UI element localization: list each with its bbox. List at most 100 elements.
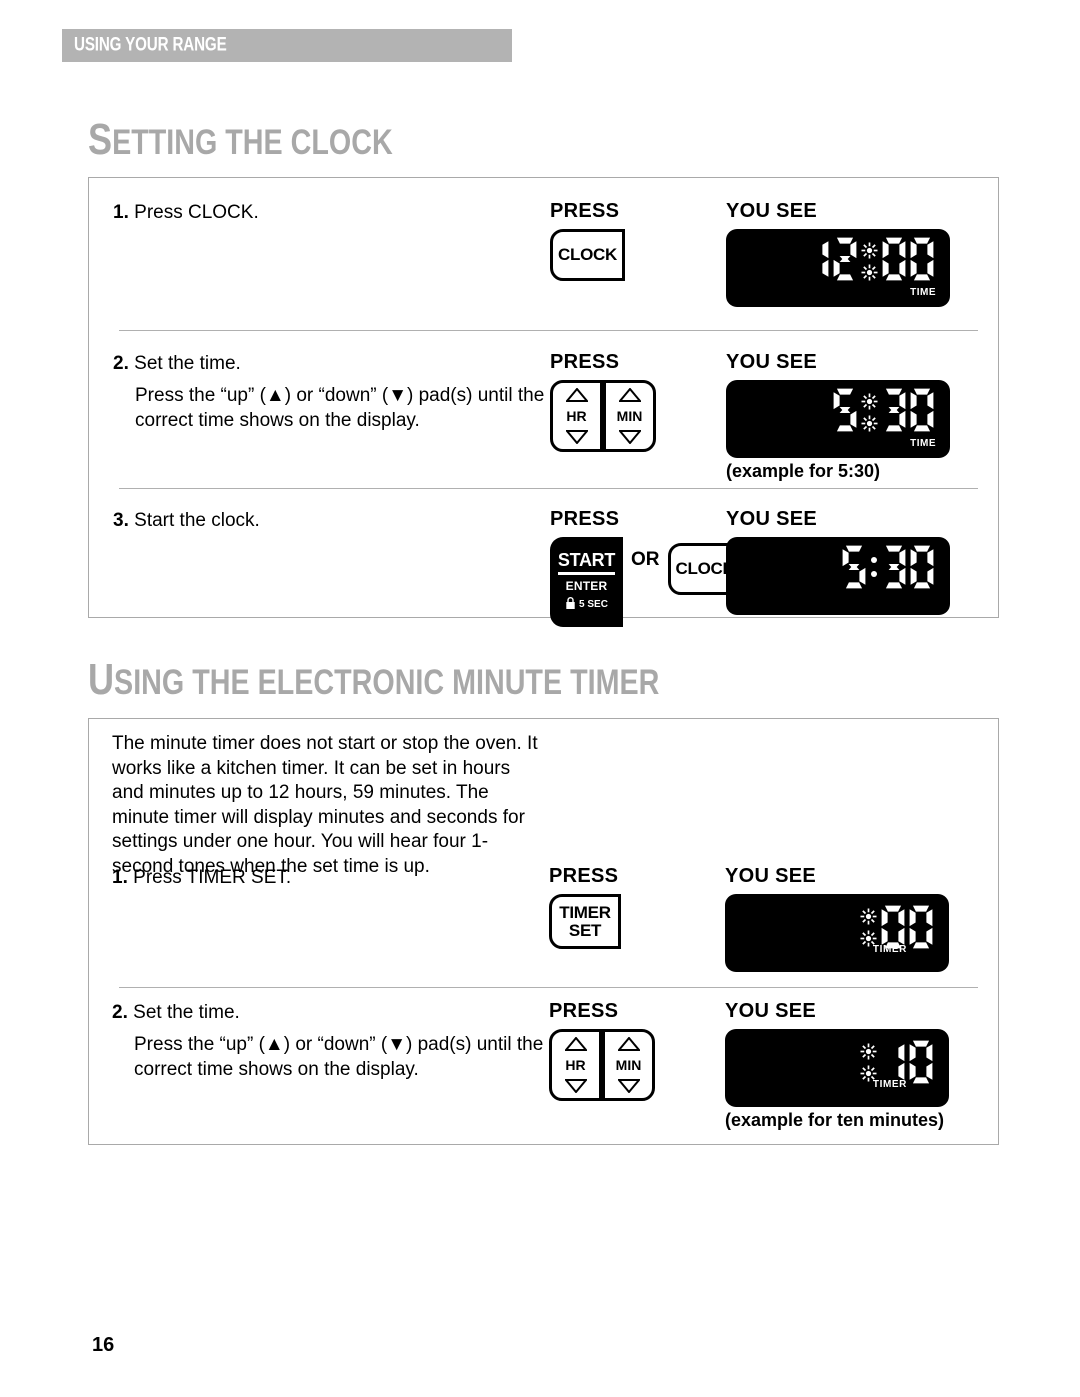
lcd-display: TIMER [725, 894, 949, 972]
pad-group: CLOCK [550, 229, 625, 281]
step-number: 3. [113, 510, 129, 531]
lcd-indicator-time: TIME [910, 287, 936, 298]
lcd-indicator-time: TIME [910, 438, 936, 449]
pad-group: TIMER SET [549, 894, 621, 949]
step-subtext: Press the “up” (▲) or “down” (▼) pad(s) … [135, 385, 545, 431]
step-body: Set the time. [133, 1002, 240, 1023]
lock-hint: 5 SEC [565, 596, 608, 613]
lcd-display [726, 537, 950, 615]
timer-set-label-line1: TIMER [559, 902, 611, 922]
seven-segment-digit [881, 387, 907, 433]
hr-pad-label: HR [565, 1056, 586, 1073]
step-body: Start the clock. [134, 510, 260, 531]
step-body: Set the time. [134, 353, 241, 374]
lcd-colon-solid [868, 544, 880, 590]
row-divider [119, 330, 978, 331]
step-body: Press TIMER SET. [133, 867, 292, 888]
you-see-column-header: YOU SEE [726, 508, 818, 530]
min-pad-label: MIN [615, 1056, 642, 1073]
up-arrow-icon[interactable] [618, 388, 641, 402]
timer-set-button[interactable]: TIMER SET [549, 894, 621, 949]
lcd-digits [880, 544, 936, 590]
lcd-colon-flashing [859, 387, 880, 443]
minute-timer-description: The minute timer does not start or stop … [112, 733, 538, 877]
lcd-indicator-timer: TIMER [872, 944, 907, 955]
press-column-header: PRESS [549, 865, 619, 887]
flashing-colon-icon [860, 908, 877, 930]
pad-group: START ENTER 5 SEC OR CLOCK [550, 537, 743, 627]
seven-segment-digit [832, 236, 858, 282]
page-number: 16 [92, 1334, 115, 1356]
lcd-digits [880, 387, 936, 433]
lcd-digits [840, 544, 868, 590]
lcd-digit-group [831, 387, 936, 443]
min-adjust-pad[interactable]: MIN [603, 380, 656, 452]
lcd-display: TIME [726, 229, 950, 307]
lcd-digits [803, 236, 859, 282]
clock-button[interactable]: CLOCK [550, 229, 625, 281]
lcd-digit-group [803, 236, 936, 292]
or-separator: OR [631, 549, 660, 570]
up-arrow-icon[interactable] [617, 1037, 640, 1051]
press-column: PRESS HR MIN [549, 1000, 655, 1101]
you-see-column: YOU SEE TIMER (example for ten minutes) [725, 1000, 949, 1130]
press-column-header: PRESS [550, 508, 620, 530]
step-number: 1. [113, 202, 129, 223]
you-see-column: YOU SEE TIME (example for 5:30) [726, 351, 950, 481]
press-column: PRESS TIMER SET [549, 865, 621, 949]
seven-segment-digit [832, 387, 858, 433]
step-instruction: 2. Set the time. Press the “up” (▲) or “… [112, 1000, 552, 1082]
seven-segment-digit [841, 544, 867, 590]
down-arrow-icon[interactable] [564, 1079, 587, 1093]
flashing-colon-icon [861, 393, 878, 415]
you-see-column: YOU SEE [726, 508, 950, 615]
lcd-display: TIMER [725, 1029, 949, 1107]
step-subtext: Press the “up” (▲) or “down” (▼) pad(s) … [134, 1034, 544, 1080]
flashing-colon-icon [861, 264, 878, 286]
step-number: 2. [113, 353, 129, 374]
start-button-label: START [557, 551, 615, 575]
seven-segment-digit [909, 236, 935, 282]
lcd-digits [831, 387, 859, 433]
seven-segment-digit [804, 236, 830, 282]
row-divider [119, 987, 978, 988]
min-pad-label: MIN [616, 407, 643, 424]
press-column-header: PRESS [550, 200, 620, 222]
seven-segment-digit [909, 544, 935, 590]
press-column-header: PRESS [549, 1000, 619, 1022]
you-see-column: YOU SEE TIME [726, 200, 950, 307]
press-column-header: PRESS [550, 351, 620, 373]
start-enter-button[interactable]: START ENTER 5 SEC [550, 537, 623, 627]
lock-hold-duration: 5 SEC [579, 599, 608, 611]
hr-adjust-pad[interactable]: HR [550, 380, 603, 452]
up-arrow-icon[interactable] [565, 388, 588, 402]
min-adjust-pad[interactable]: MIN [602, 1029, 655, 1101]
seven-segment-digit [908, 1039, 934, 1085]
lcd-digits [880, 236, 936, 282]
you-see-column-header: YOU SEE [726, 200, 818, 222]
hr-adjust-pad[interactable]: HR [549, 1029, 602, 1101]
down-arrow-icon[interactable] [618, 430, 641, 444]
timer-set-label-line2: SET [568, 920, 602, 940]
display-caption: (example for 5:30) [726, 461, 881, 481]
step-body: Press CLOCK. [134, 202, 259, 223]
down-arrow-icon[interactable] [617, 1079, 640, 1093]
seven-segment-digit [908, 904, 934, 950]
flashing-colon-icon [861, 415, 878, 437]
seven-segment-digit [881, 236, 907, 282]
you-see-column-header: YOU SEE [725, 865, 817, 887]
step-instruction: 1. Press TIMER SET. [112, 865, 552, 890]
row-divider [119, 488, 978, 489]
seven-segment-digit [909, 387, 935, 433]
step-instruction: 3. Start the clock. [113, 508, 553, 533]
lcd-indicator-timer: TIMER [872, 1079, 907, 1090]
setting-the-clock-panel: 1. Press CLOCK. PRESS CLOCK YOU SEE TIME… [88, 177, 999, 627]
step-number: 1. [112, 867, 128, 888]
pad-group: HR MIN [549, 1029, 655, 1101]
down-arrow-icon[interactable] [565, 430, 588, 444]
up-arrow-icon[interactable] [564, 1037, 587, 1051]
press-column: PRESS START ENTER 5 SEC OR CLOCK [550, 508, 743, 627]
lock-icon [565, 596, 576, 613]
section-title-using-the-electronic-minute-timer: USING THE ELECTRONIC MINUTE TIMER [88, 655, 660, 704]
enter-button-label: ENTER [565, 578, 608, 593]
